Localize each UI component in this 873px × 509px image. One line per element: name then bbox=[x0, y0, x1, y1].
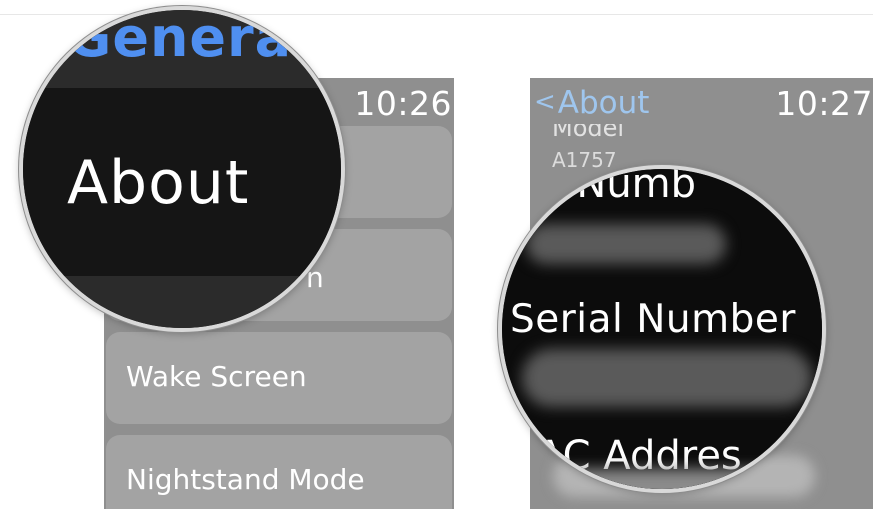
magnified-about-label: About bbox=[67, 148, 250, 218]
magnifier-about: Genera About bbox=[19, 6, 345, 332]
list-item-wake-screen[interactable]: Wake Screen bbox=[106, 332, 452, 424]
magnified-part-number-label: t Numb bbox=[548, 165, 697, 207]
clock-time: 10:26 bbox=[354, 84, 452, 123]
magnifier-lower-band bbox=[23, 276, 341, 328]
chevron-left-icon: < bbox=[534, 87, 556, 117]
magnifier-serial-number: t Numb Serial Number AC Addres bbox=[498, 165, 826, 493]
list-item-nightstand-mode[interactable]: Nightstand Mode bbox=[106, 435, 452, 509]
back-button[interactable]: <About bbox=[534, 85, 649, 121]
redacted-serial-number bbox=[522, 349, 812, 407]
list-item-label: Wake Screen bbox=[126, 360, 307, 393]
magnified-serial-number-label: Serial Number bbox=[510, 297, 796, 342]
magnified-header-title: Genera bbox=[67, 6, 293, 69]
back-button-label: About bbox=[557, 85, 650, 121]
clock-time: 10:27 bbox=[775, 84, 873, 123]
list-item-label: Nightstand Mode bbox=[126, 463, 365, 496]
redacted-part-number bbox=[526, 224, 726, 264]
